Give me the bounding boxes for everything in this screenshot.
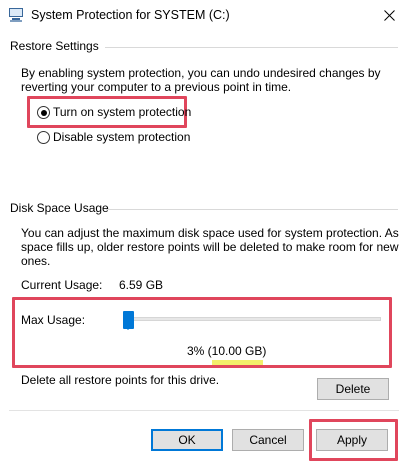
max-usage-slider-track[interactable] [126,317,381,321]
cancel-button[interactable]: Cancel [232,429,304,451]
radio-turn-on-label: Turn on system protection [53,105,192,119]
ok-button[interactable]: OK [151,429,223,451]
apply-button[interactable]: Apply [316,429,388,451]
current-usage-label: Current Usage: [21,278,103,292]
footer-divider [9,410,399,411]
max-usage-slider-thumb[interactable] [123,311,134,330]
radio-disable-protection[interactable]: Disable system protection [37,130,191,146]
close-button[interactable] [372,0,407,31]
restore-settings-heading: Restore Settings [10,39,99,53]
radio-disable-label: Disable system protection [53,130,191,144]
radio-selected-indicator [37,106,50,119]
disk-description-line2: space fills up, older restore points wil… [21,240,399,254]
system-properties-icon [8,8,24,22]
group-divider [105,47,398,48]
text-highlight-underline [212,360,263,365]
disk-description-line3: ones. [21,254,51,268]
radio-turn-on-protection[interactable]: Turn on system protection [37,105,191,121]
disk-description-line1: You can adjust the maximum disk space us… [21,226,399,240]
restore-description-line2: reverting your computer to a previous po… [21,80,292,94]
disk-space-heading: Disk Space Usage [10,201,109,215]
group-divider [106,209,398,210]
max-usage-label: Max Usage: [21,313,86,327]
delete-restore-points-text: Delete all restore points for this drive… [21,373,220,387]
current-usage-value: 6.59 GB [119,278,164,292]
window-title: System Protection for SYSTEM (C:) [31,8,230,22]
close-icon [384,10,395,21]
max-usage-readout: 3% (10.00 GB) [187,344,267,358]
restore-description-line1: By enabling system protection, you can u… [21,66,381,80]
delete-button[interactable]: Delete [317,378,389,400]
radio-unselected-indicator [37,131,50,144]
